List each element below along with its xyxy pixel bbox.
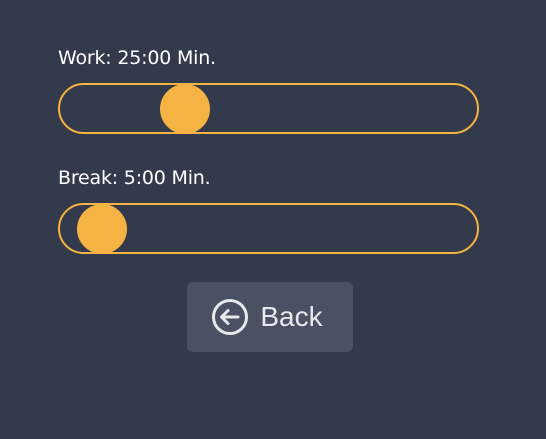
back-button-label: Back (260, 301, 323, 332)
work-duration-label: Work: 25:00 Min. (58, 47, 216, 69)
back-button[interactable]: Back (187, 282, 353, 352)
break-duration-label: Break: 5:00 Min. (58, 167, 211, 189)
arrow-left-circle-icon (211, 298, 249, 336)
break-duration-slider[interactable] (58, 203, 479, 254)
break-slider-thumb[interactable] (76, 203, 127, 254)
work-duration-slider[interactable] (58, 83, 479, 134)
work-slider-thumb[interactable] (160, 83, 211, 134)
